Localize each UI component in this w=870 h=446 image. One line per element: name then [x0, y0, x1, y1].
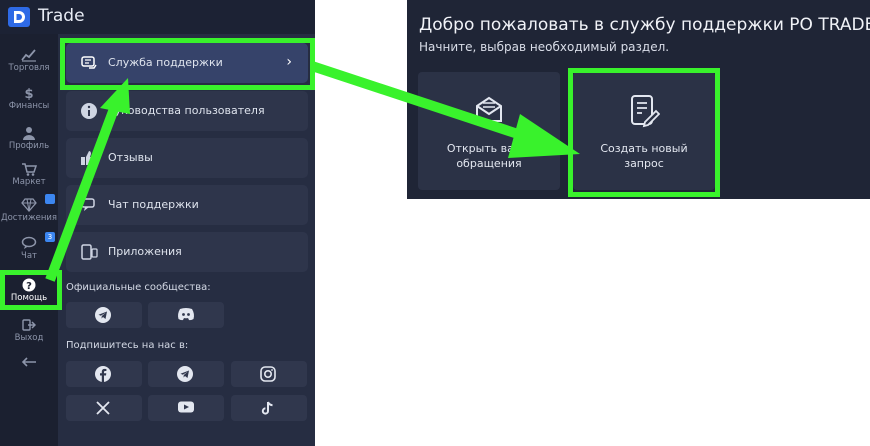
- menu-reviews[interactable]: Отзывы: [66, 138, 308, 178]
- menu-support-chat[interactable]: Чат поддержки: [66, 185, 308, 225]
- welcome-title: Добро пожаловать в службу поддержки PO T…: [419, 15, 870, 35]
- chat-badge: 3: [45, 232, 55, 242]
- instagram-icon: [260, 366, 276, 382]
- menu-user-guides[interactable]: Руководства пользователя: [66, 91, 308, 131]
- rail-item-logout[interactable]: Выход: [0, 314, 58, 350]
- telegram-community-button[interactable]: [66, 302, 142, 328]
- top-bar: Trade: [0, 0, 315, 34]
- tiktok-icon: [261, 401, 273, 415]
- welcome-subtitle: Начните, выбрав необходимый раздел.: [419, 40, 670, 54]
- official-communities-label: Официальные сообщества:: [66, 282, 211, 293]
- x-button[interactable]: [66, 395, 142, 421]
- rail-item-profile[interactable]: Профиль: [0, 122, 58, 158]
- telegram-icon: [95, 307, 111, 323]
- envelope-icon: [476, 96, 502, 122]
- rail-item-trading[interactable]: Торговля: [0, 44, 58, 80]
- mobile-app-icon: [81, 244, 98, 260]
- menu-label: Приложения: [108, 245, 182, 258]
- rail-item-chat[interactable]: Чат 3: [0, 232, 58, 268]
- subscribe-label: Подпишитесь на нас в:: [66, 340, 189, 351]
- collapse-button[interactable]: [0, 352, 58, 388]
- help-panel: Служба поддержки › Руководства пользоват…: [58, 34, 315, 446]
- chat-icon: [21, 236, 37, 249]
- telegram-icon: [177, 366, 193, 382]
- facebook-icon: [95, 366, 111, 382]
- menu-label: Руководства пользователя: [108, 104, 265, 117]
- open-requests-line1: Открыть ваши: [446, 142, 532, 155]
- rail-label: Выход: [14, 333, 44, 343]
- support-chat-icon: [81, 198, 95, 211]
- x-icon: [96, 401, 110, 415]
- menu-label: Отзывы: [108, 151, 153, 164]
- rail-label: Достижения: [0, 213, 58, 223]
- po-logo-icon[interactable]: [8, 7, 30, 27]
- brand-name: Trade: [38, 6, 85, 26]
- rail-label: Торговля: [8, 63, 50, 73]
- discord-community-button[interactable]: [148, 302, 224, 328]
- rail-label: Финансы: [8, 101, 50, 111]
- highlight-support-service: [60, 38, 315, 90]
- menu-applications[interactable]: Приложения: [66, 232, 308, 272]
- cart-icon: [22, 163, 37, 176]
- rail-item-finance[interactable]: $ Финансы: [0, 82, 58, 118]
- logout-icon: [22, 319, 36, 331]
- svg-text:$: $: [24, 87, 33, 100]
- arrow-left-icon: [21, 357, 36, 367]
- youtube-button[interactable]: [148, 395, 224, 421]
- user-icon: [23, 127, 35, 140]
- rail-label: Маркет: [12, 177, 46, 187]
- discord-icon: [178, 308, 194, 321]
- dollar-icon: $: [24, 87, 33, 100]
- facebook-button[interactable]: [66, 361, 142, 387]
- menu-label: Чат поддержки: [108, 198, 199, 211]
- info-icon: [81, 103, 97, 119]
- telegram-button[interactable]: [148, 361, 224, 387]
- open-requests-tile[interactable]: Открыть ваши обращения: [418, 72, 560, 190]
- rail-label: Чат: [21, 251, 37, 261]
- rail-item-achievements[interactable]: Достижения: [0, 194, 58, 230]
- open-requests-line2: обращения: [456, 157, 522, 170]
- chart-icon: [21, 49, 36, 62]
- instagram-button[interactable]: [231, 361, 307, 387]
- tiktok-button[interactable]: [231, 395, 307, 421]
- achievements-badge: [45, 194, 55, 204]
- thumbs-up-icon: [81, 151, 96, 165]
- highlight-help: [0, 270, 62, 310]
- nav-rail: Торговля $ Финансы Профиль Маркет Достиж…: [0, 34, 58, 446]
- rail-label: Профиль: [8, 141, 50, 151]
- diamond-icon: [21, 198, 37, 212]
- rail-item-market[interactable]: Маркет: [0, 158, 58, 194]
- highlight-create-request: [568, 68, 720, 197]
- youtube-icon: [178, 401, 194, 413]
